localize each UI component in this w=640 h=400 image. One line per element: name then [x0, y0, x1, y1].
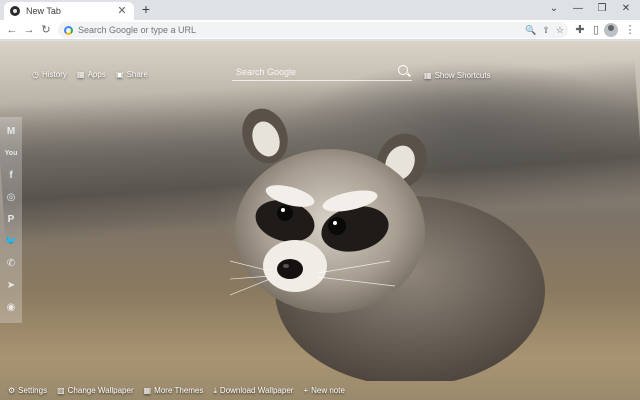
history-label: History: [41, 70, 67, 79]
download-icon: ⤓: [213, 385, 217, 395]
themes-icon: ▦: [143, 386, 152, 395]
browser-toolbar: ← → ↻ 🔍 ⇪ ☆ ✚ ▯ ⋮: [0, 20, 640, 40]
share-icon: ▣: [116, 70, 124, 79]
download-wallpaper-label: Download Wallpaper: [219, 386, 294, 395]
extensions-icon[interactable]: ✚: [572, 22, 588, 38]
apps-icon: ▦: [77, 70, 85, 79]
search-icon[interactable]: [398, 65, 408, 75]
profile-avatar[interactable]: [604, 23, 618, 37]
show-shortcuts-label: Show Shortcuts: [434, 71, 491, 80]
more-themes-label: More Themes: [154, 386, 204, 395]
search-box[interactable]: [232, 63, 412, 81]
settings-label: Settings: [18, 386, 48, 395]
new-tab-button[interactable]: +: [139, 2, 153, 16]
share-link[interactable]: ▣ Share: [116, 70, 148, 79]
history-icon: ◷: [32, 70, 39, 79]
omnibox-input[interactable]: [78, 25, 378, 35]
side-panel-icon[interactable]: ▯: [588, 22, 604, 38]
change-wallpaper-label: Change Wallpaper: [67, 386, 134, 395]
menu-icon[interactable]: ⋮: [622, 22, 638, 38]
reddit-icon[interactable]: ◉: [3, 299, 19, 315]
shortcuts-icon: ▦: [424, 71, 432, 80]
tab-close-icon[interactable]: ✕: [116, 5, 128, 17]
close-window-button[interactable]: ✕: [614, 1, 638, 17]
google-icon: [64, 25, 73, 35]
tab-search-dropdown-icon[interactable]: ⌄: [542, 1, 566, 17]
social-sidebar: M You f ◎ P 🐦 ✆ ➤ ◉: [0, 117, 22, 323]
share-label: Share: [126, 70, 148, 79]
facebook-icon[interactable]: f: [3, 167, 19, 183]
gmail-icon[interactable]: M: [3, 123, 19, 139]
whatsapp-icon[interactable]: ✆: [3, 255, 19, 271]
show-shortcuts-button[interactable]: ▦ Show Shortcuts: [424, 71, 491, 80]
new-tab-page: ◷ History ▦ Apps ▣ Share ▦ Show Shortcut…: [0, 41, 640, 400]
new-note-button[interactable]: + New note: [303, 386, 344, 395]
download-wallpaper-button[interactable]: ⤓ Download Wallpaper: [213, 386, 293, 396]
tab-title: New Tab: [26, 6, 61, 16]
pinterest-icon[interactable]: P: [3, 211, 19, 227]
bottom-bar: ⚙ Settings ▨ Change Wallpaper ▦ More The…: [0, 381, 640, 400]
zoom-icon[interactable]: 🔍: [525, 22, 536, 38]
settings-button[interactable]: ⚙ Settings: [8, 386, 47, 395]
new-note-label: New note: [311, 386, 345, 395]
restore-button[interactable]: ❐: [590, 1, 614, 17]
forward-button[interactable]: →: [21, 22, 37, 38]
share-page-icon[interactable]: ⇪: [542, 22, 550, 38]
favicon-icon: [10, 6, 20, 16]
omnibox[interactable]: 🔍 ⇪ ☆: [58, 22, 568, 38]
apps-link[interactable]: ▦ Apps: [77, 70, 106, 79]
minimize-button[interactable]: —: [566, 1, 590, 17]
instagram-icon[interactable]: ◎: [3, 189, 19, 205]
tab-strip: New Tab ✕ + ⌄ — ❐ ✕: [0, 0, 640, 20]
history-link[interactable]: ◷ History: [32, 70, 67, 79]
search-input[interactable]: [232, 66, 382, 77]
telegram-icon[interactable]: ➤: [3, 277, 19, 293]
back-button[interactable]: ←: [4, 22, 20, 38]
plus-icon: +: [303, 386, 309, 395]
tab-new-tab[interactable]: New Tab ✕: [4, 2, 134, 20]
gear-icon: ⚙: [8, 386, 16, 395]
raccoon-wallpaper: [230, 108, 545, 381]
wallpaper-icon: ▨: [57, 386, 65, 395]
bookmark-star-icon[interactable]: ☆: [556, 22, 564, 38]
reload-button[interactable]: ↻: [38, 22, 54, 38]
change-wallpaper-button[interactable]: ▨ Change Wallpaper: [57, 386, 134, 395]
more-themes-button[interactable]: ▦ More Themes: [144, 386, 204, 395]
youtube-icon[interactable]: You: [3, 145, 19, 161]
twitter-icon[interactable]: 🐦: [3, 233, 19, 249]
apps-label: Apps: [87, 70, 106, 79]
